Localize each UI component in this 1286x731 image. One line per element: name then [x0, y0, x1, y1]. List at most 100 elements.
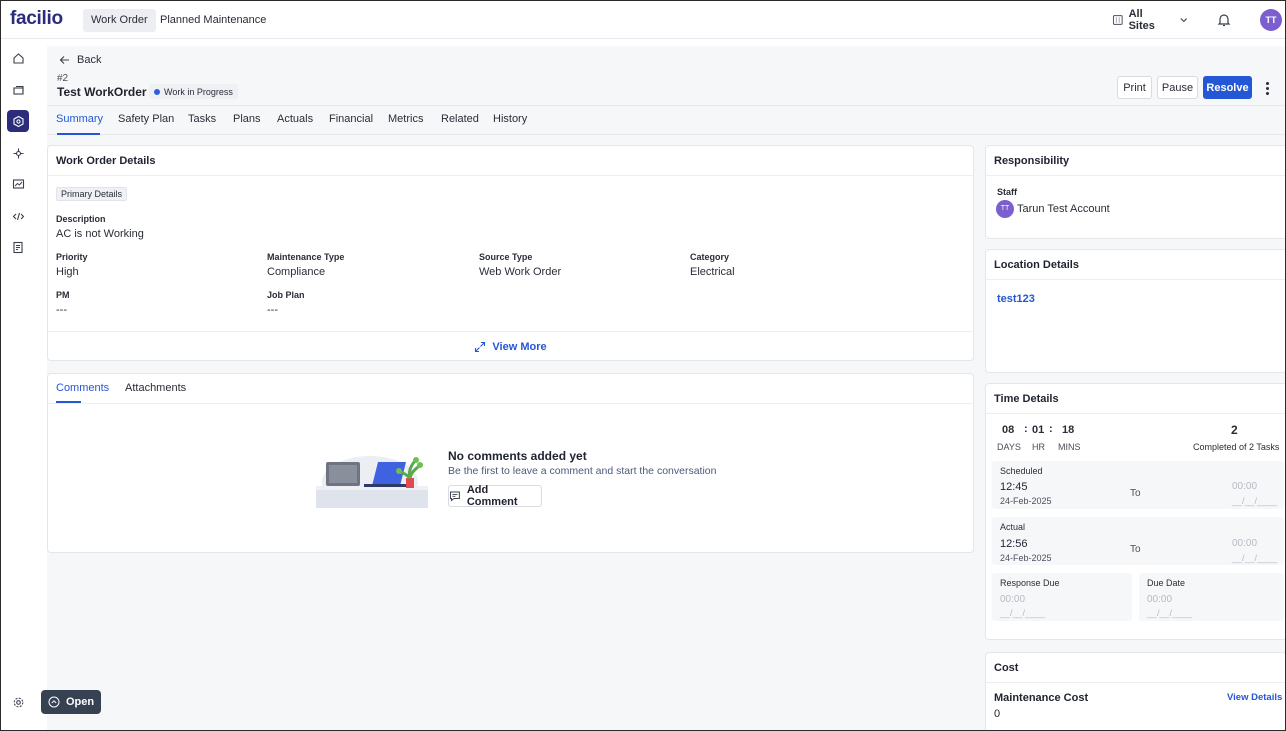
view-details-link[interactable]: View Details [1227, 692, 1282, 703]
back-link[interactable]: Back [59, 54, 101, 66]
source-type-label: Source Type [479, 252, 533, 262]
tab-plans[interactable]: Plans [233, 113, 261, 125]
separator: : [1024, 423, 1028, 435]
maintenance-cost-label: Maintenance Cost [994, 692, 1089, 704]
sidebar-item-tickets[interactable] [7, 79, 29, 101]
due-date-date: __/__/____ [1147, 608, 1193, 618]
response-due-time: 00:00 [1000, 594, 1026, 605]
tab-tasks[interactable]: Tasks [188, 113, 216, 125]
add-comment-button[interactable]: Add Comment [448, 484, 542, 508]
actual-end-date: __/__/____ [1232, 553, 1278, 563]
separator: : [1049, 423, 1053, 435]
actual-to-label: To [1130, 544, 1141, 555]
tab-related[interactable]: Related [441, 113, 479, 125]
comments-card: Comments Attachments No comments added y… [47, 373, 974, 553]
page-title: Test WorkOrder [57, 85, 147, 99]
sidebar-item-settings[interactable] [7, 691, 29, 713]
report-icon [12, 241, 23, 253]
sidebar-item-report[interactable] [7, 236, 29, 258]
comment-icon [449, 491, 460, 502]
staff-avatar: TT [996, 200, 1014, 218]
nav-tab-work-order[interactable]: Work Order [83, 9, 156, 32]
active-tab-indicator [57, 133, 100, 135]
location-link[interactable]: test123 [997, 293, 1035, 305]
job-plan-value: --- [267, 304, 278, 316]
expand-icon [475, 341, 486, 352]
tickets-icon [12, 85, 24, 95]
description-label: Description [56, 214, 106, 224]
days-label: DAYS [997, 442, 1021, 452]
status-dot-icon [154, 88, 160, 95]
scheduled-to-label: To [1130, 488, 1141, 499]
primary-details-chip: Primary Details [56, 187, 128, 201]
hr-label: HR [1032, 442, 1045, 452]
source-type-value: Web Work Order [479, 266, 562, 278]
due-date-label: Due Date [1147, 578, 1186, 588]
sidebar-item-home[interactable] [7, 47, 29, 69]
description-value: AC is not Working [56, 228, 144, 240]
empty-state-subtitle: Be the first to leave a comment and star… [448, 465, 717, 477]
divider [986, 279, 1285, 280]
sidebar-item-code[interactable] [7, 205, 29, 227]
chevron-down-icon [1180, 18, 1188, 23]
actual-start-date: 24-Feb-2025 [1000, 553, 1052, 563]
resolve-button[interactable]: Resolve [1203, 76, 1252, 99]
building-icon [1112, 15, 1123, 25]
open-label: Open [65, 696, 95, 708]
actual-start-time: 12:56 [1000, 538, 1028, 550]
category-label: Category [690, 252, 730, 262]
pause-button[interactable]: Pause [1157, 76, 1198, 99]
sidebar-item-hierarchy[interactable] [7, 142, 29, 164]
tab-metrics[interactable]: Metrics [388, 113, 423, 125]
user-avatar[interactable]: TT [1260, 9, 1282, 31]
nav-tab-planned-maintenance[interactable]: Planned Maintenance [152, 9, 274, 32]
tab-comments[interactable]: Comments [56, 382, 109, 394]
mins-label: MINS [1058, 442, 1081, 452]
top-bar: facilio Work Order Planned Maintenance A… [1, 1, 1285, 39]
add-comment-label: Add Comment [466, 484, 518, 508]
cost-card: Cost Maintenance Cost View Details 0 [985, 652, 1285, 730]
view-more-button[interactable]: View More [48, 331, 973, 361]
tab-bar: Summary Safety Plan Tasks Plans Actuals … [47, 105, 1285, 135]
status-label: Work in Progress [164, 86, 233, 97]
workorder-icon [12, 115, 24, 127]
tab-summary[interactable]: Summary [56, 113, 103, 125]
tab-financial[interactable]: Financial [329, 113, 373, 125]
sidebar-item-workorder[interactable] [7, 110, 29, 132]
site-selector[interactable]: All Sites [1106, 8, 1190, 32]
due-date-time: 00:00 [1147, 594, 1173, 605]
more-options-icon[interactable] [1260, 79, 1274, 97]
card-title: Work Order Details [56, 155, 156, 167]
tasks-label: Completed of 2 Tasks [1193, 442, 1280, 452]
gear-icon [13, 697, 23, 707]
back-label: Back [77, 54, 102, 66]
tab-safety-plan[interactable]: Safety Plan [118, 113, 174, 125]
sidebar-item-dashboard[interactable] [7, 173, 29, 195]
card-title: Location Details [994, 259, 1079, 271]
empty-comments-illustration [316, 456, 428, 508]
response-due-date: __/__/____ [1000, 608, 1046, 618]
divider [986, 413, 1285, 414]
open-button[interactable]: Open [41, 690, 101, 714]
dashboard-icon [12, 178, 24, 189]
pm-label: PM [56, 290, 70, 300]
tab-attachments[interactable]: Attachments [125, 382, 186, 394]
tab-actuals[interactable]: Actuals [277, 113, 313, 125]
priority-value: High [56, 266, 79, 278]
scheduled-end-date: __/__/____ [1232, 496, 1278, 506]
bell-icon[interactable] [1216, 12, 1232, 28]
code-icon [12, 212, 24, 220]
tab-history[interactable]: History [493, 113, 527, 125]
duration-days: 08 [1002, 424, 1015, 436]
card-title: Time Details [994, 393, 1059, 405]
empty-state-title: No comments added yet [448, 449, 587, 463]
app-window: facilio Work Order Planned Maintenance A… [0, 0, 1286, 731]
job-plan-label: Job Plan [267, 290, 305, 300]
staff-name[interactable]: Tarun Test Account [1017, 203, 1110, 215]
facilio-logo[interactable]: facilio [10, 8, 63, 30]
print-button[interactable]: Print [1117, 76, 1152, 99]
actual-end-time: 00:00 [1232, 538, 1258, 549]
response-due-label: Response Due [1000, 578, 1060, 588]
card-title: Cost [994, 662, 1019, 674]
sidebar [1, 39, 36, 730]
